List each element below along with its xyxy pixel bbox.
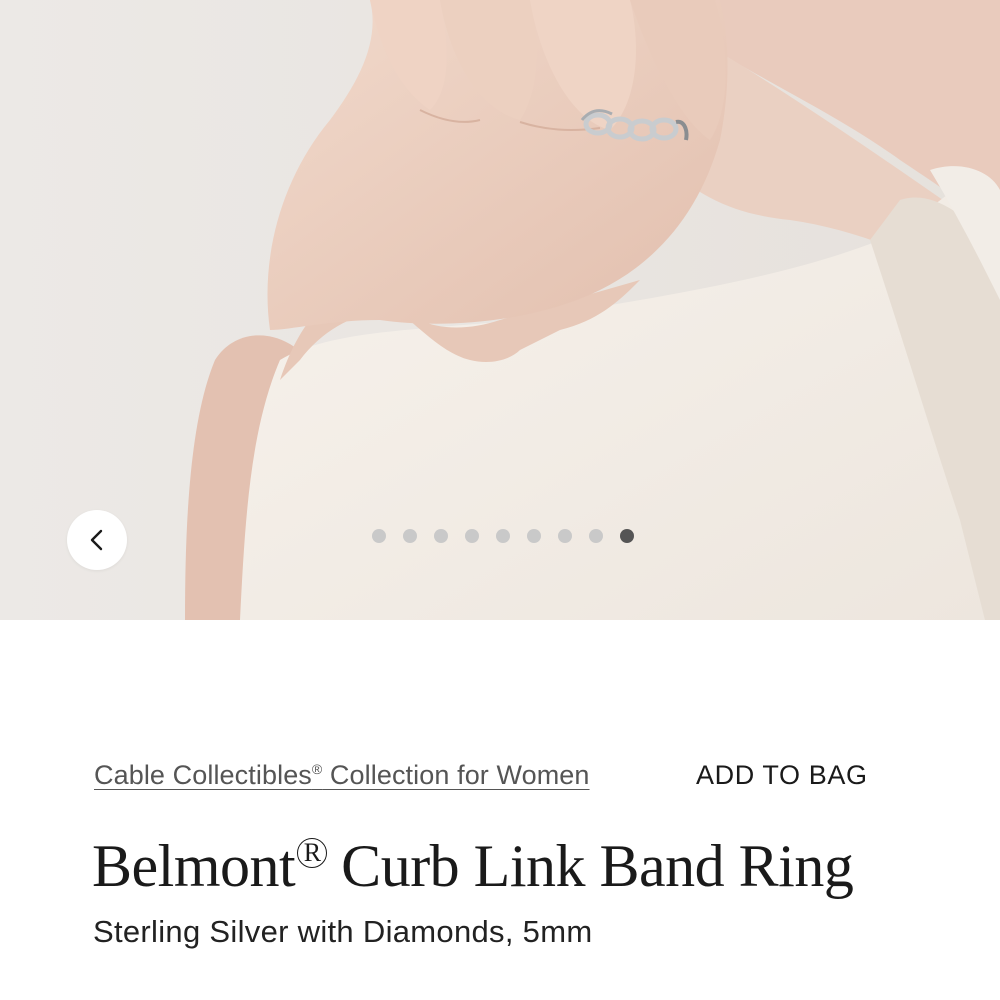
carousel-dot[interactable] xyxy=(434,529,448,543)
previous-image-button[interactable] xyxy=(67,510,127,570)
collection-name: Cable Collectibles xyxy=(94,760,312,790)
carousel-dot[interactable] xyxy=(372,529,386,543)
chevron-left-icon xyxy=(90,529,103,551)
collection-link[interactable]: Cable Collectibles® Collection for Women xyxy=(94,760,590,791)
product-title-rest: Curb Link Band Ring xyxy=(341,833,854,899)
carousel-dot[interactable] xyxy=(620,529,634,543)
collection-suffix: Collection for Women xyxy=(322,760,590,790)
collection-registered-mark: ® xyxy=(311,761,323,777)
carousel-dot[interactable] xyxy=(496,529,510,543)
registered-mark: R xyxy=(297,838,328,868)
carousel-pagination xyxy=(372,529,634,543)
carousel-dot[interactable] xyxy=(527,529,541,543)
product-photo xyxy=(0,0,1000,620)
product-title: Belmont R Curb Link Band Ring xyxy=(92,832,854,901)
carousel-dot[interactable] xyxy=(558,529,572,543)
carousel-dot[interactable] xyxy=(403,529,417,543)
carousel-dot[interactable] xyxy=(465,529,479,543)
carousel-dot[interactable] xyxy=(589,529,603,543)
add-to-bag-button[interactable]: ADD TO BAG xyxy=(696,760,868,791)
product-title-brand: Belmont xyxy=(92,833,296,899)
product-subtitle: Sterling Silver with Diamonds, 5mm xyxy=(93,914,593,949)
product-image-gallery[interactable] xyxy=(0,0,1000,620)
